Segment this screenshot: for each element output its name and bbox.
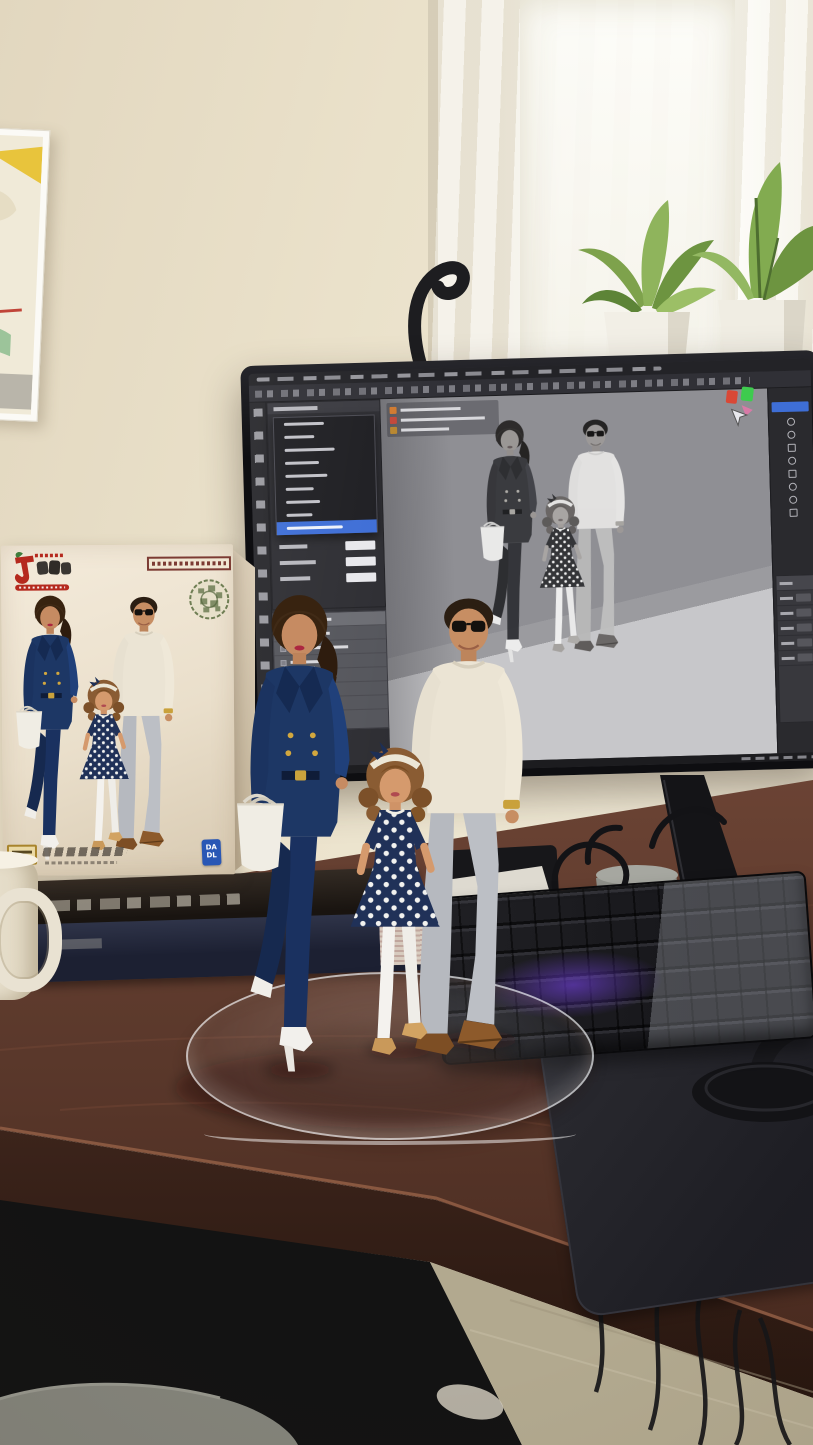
box-fine-print [45,861,117,865]
desk-scene-photo: DA DL [0,0,813,1445]
box-family-artwork [9,588,197,867]
coffee-mug [0,858,38,1000]
box-maker-logo: DA DL [201,839,221,866]
box-brand-logo [11,551,77,591]
family-group [237,595,522,1071]
box-info-text-frame [147,556,231,571]
box-script-title [42,847,128,857]
figure-box-front: DA DL [1,544,235,876]
logo-leaf-icon [16,552,23,558]
family-figurines [226,584,562,1086]
maker-logo-line2: DL [202,851,221,860]
